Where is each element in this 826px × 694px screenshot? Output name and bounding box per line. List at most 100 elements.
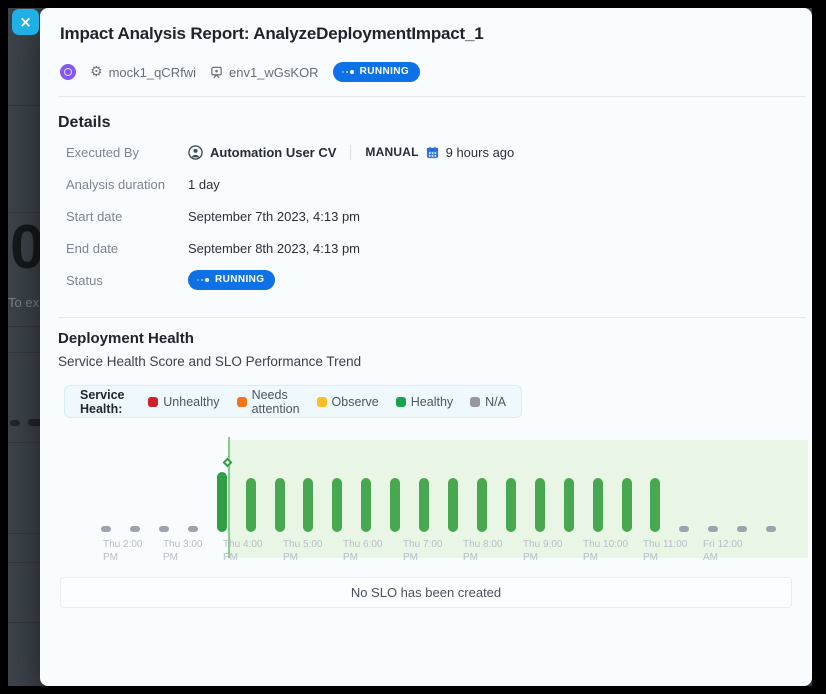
health-bar-na[interactable] xyxy=(101,526,111,532)
status-badge-label: RUNNING xyxy=(360,67,409,77)
legend-swatch-icon xyxy=(470,397,480,407)
legend-item: Healthy xyxy=(396,388,453,416)
deployment-health-heading: Deployment Health xyxy=(58,330,194,347)
legend-item-label: Needs attention xyxy=(252,388,300,416)
automation-name: mock1_qCRfwi xyxy=(109,65,196,80)
legend-item-label: Observe xyxy=(332,395,379,409)
slo-empty-state: No SLO has been created xyxy=(60,577,792,608)
x-axis-label: Thu 7:00PM xyxy=(403,538,461,564)
modal-title: Impact Analysis Report: AnalyzeDeploymen… xyxy=(60,24,484,44)
chart-subtitle: Service Health Score and SLO Performance… xyxy=(58,354,361,369)
screenshot-frame: 0 To exp × Impact Analysis Report: Analy… xyxy=(0,0,826,694)
health-bar-healthy[interactable] xyxy=(332,478,342,532)
health-bar-healthy[interactable] xyxy=(535,478,545,532)
health-bar-na[interactable] xyxy=(188,526,198,532)
status-badge: RUNNING xyxy=(333,62,420,82)
health-bar-na[interactable] xyxy=(766,526,776,532)
legend-item: Unhealthy xyxy=(148,388,219,416)
legend-swatch-icon xyxy=(237,397,247,407)
impact-analysis-avatar-icon xyxy=(60,64,76,80)
detail-value: 1 day xyxy=(188,177,220,192)
health-bar-healthy[interactable] xyxy=(622,478,632,532)
legend-item: N/A xyxy=(470,388,506,416)
status-badge: RUNNING xyxy=(188,270,275,290)
value-divider xyxy=(350,145,351,160)
x-axis-label: Thu 4:00PM xyxy=(223,538,281,564)
legend-item: Needs attention xyxy=(237,388,300,416)
detail-row-executed-by: Executed By Automation User CV MANUAL 9 … xyxy=(66,136,766,168)
backdrop-partial-number: 0 xyxy=(10,212,42,283)
backdrop-skeleton-dash xyxy=(10,420,20,426)
detail-row: Start date September 7th 2023, 4:13 pm xyxy=(66,200,766,232)
status-badge-label: RUNNING xyxy=(215,275,264,285)
executed-time-ago: 9 hours ago xyxy=(446,145,515,160)
automation-meta: ⚙ mock1_qCRfwi xyxy=(90,65,196,80)
running-dots-icon xyxy=(342,70,354,74)
section-divider xyxy=(58,317,806,318)
health-bar-healthy[interactable] xyxy=(650,478,660,532)
health-bar-healthy[interactable] xyxy=(361,478,371,532)
detail-value: Automation User CV MANUAL 9 hours ago xyxy=(188,145,514,160)
x-axis-label: Thu 11:00PM xyxy=(643,538,701,564)
x-axis-label: Thu 6:00PM xyxy=(343,538,401,564)
running-dots-icon xyxy=(197,278,209,282)
legend-swatch-icon xyxy=(148,397,158,407)
health-bar-healthy[interactable] xyxy=(275,478,285,532)
health-bar-na[interactable] xyxy=(159,526,169,532)
x-axis-label: Thu 8:00PM xyxy=(463,538,521,564)
deployment-health-chart[interactable]: Thu 2:00PMThu 3:00PMThu 4:00PMThu 5:00PM… xyxy=(58,430,808,576)
calendar-icon xyxy=(426,146,439,159)
environment-name: env1_wGsKOR xyxy=(229,65,319,80)
legend-item: Observe xyxy=(317,388,379,416)
detail-row: End date September 8th 2023, 4:13 pm xyxy=(66,232,766,264)
impact-analysis-report-modal: Impact Analysis Report: AnalyzeDeploymen… xyxy=(40,8,812,686)
legend-title: Service Health: xyxy=(80,388,131,416)
legend-items: Unhealthy Needs attention Observe Healthy N/… xyxy=(148,388,506,416)
legend-item-label: Unhealthy xyxy=(163,395,219,409)
legend-item-label: N/A xyxy=(485,395,506,409)
health-bar-healthy[interactable] xyxy=(390,478,400,532)
service-health-legend: Service Health: Unhealthy Needs attention… xyxy=(64,385,522,418)
environment-icon xyxy=(210,66,223,79)
detail-row: Analysis duration 1 day xyxy=(66,168,766,200)
health-bar-na[interactable] xyxy=(737,526,747,532)
x-axis-label: Thu 10:00PM xyxy=(583,538,641,564)
x-axis-label: Thu 5:00PM xyxy=(283,538,341,564)
health-bar-na[interactable] xyxy=(130,526,140,532)
health-bar-healthy[interactable] xyxy=(217,472,227,532)
detail-row-status: Status RUNNING xyxy=(66,264,766,296)
report-meta-row: ⚙ mock1_qCRfwi env1_wGsKOR RUNNING xyxy=(60,60,420,84)
x-axis-label: Thu 2:00PM xyxy=(103,538,161,564)
user-icon xyxy=(188,145,203,160)
environment-meta: env1_wGsKOR xyxy=(210,65,319,80)
health-bar-na[interactable] xyxy=(679,526,689,532)
health-bar-healthy[interactable] xyxy=(419,478,429,532)
detail-label: Executed By xyxy=(66,145,188,160)
detail-label: End date xyxy=(66,241,188,256)
detail-label: Analysis duration xyxy=(66,177,188,192)
details-rows: Executed By Automation User CV MANUAL 9 … xyxy=(66,136,766,296)
close-icon: × xyxy=(19,13,32,31)
detail-value: RUNNING xyxy=(188,270,275,290)
health-bar-healthy[interactable] xyxy=(593,478,603,532)
x-axis-label: Thu 9:00PM xyxy=(523,538,581,564)
health-bar-healthy[interactable] xyxy=(477,478,487,532)
health-bar-healthy[interactable] xyxy=(246,478,256,532)
legend-swatch-icon xyxy=(396,397,406,407)
header-divider xyxy=(58,96,806,97)
detail-value: September 7th 2023, 4:13 pm xyxy=(188,209,360,224)
details-heading: Details xyxy=(58,114,110,132)
slo-empty-text: No SLO has been created xyxy=(351,585,501,600)
legend-swatch-icon xyxy=(317,397,327,407)
detail-label: Start date xyxy=(66,209,188,224)
health-bar-healthy[interactable] xyxy=(303,478,313,532)
detail-label: Status xyxy=(66,273,188,288)
close-button[interactable]: × xyxy=(12,9,39,35)
x-axis-label: Thu 3:00PM xyxy=(163,538,221,564)
health-bar-healthy[interactable] xyxy=(564,478,574,532)
health-bar-healthy[interactable] xyxy=(448,478,458,532)
gear-icon: ⚙ xyxy=(90,65,103,79)
health-bar-healthy[interactable] xyxy=(506,478,516,532)
health-bar-na[interactable] xyxy=(708,526,718,532)
executed-by-user: Automation User CV xyxy=(210,145,336,160)
